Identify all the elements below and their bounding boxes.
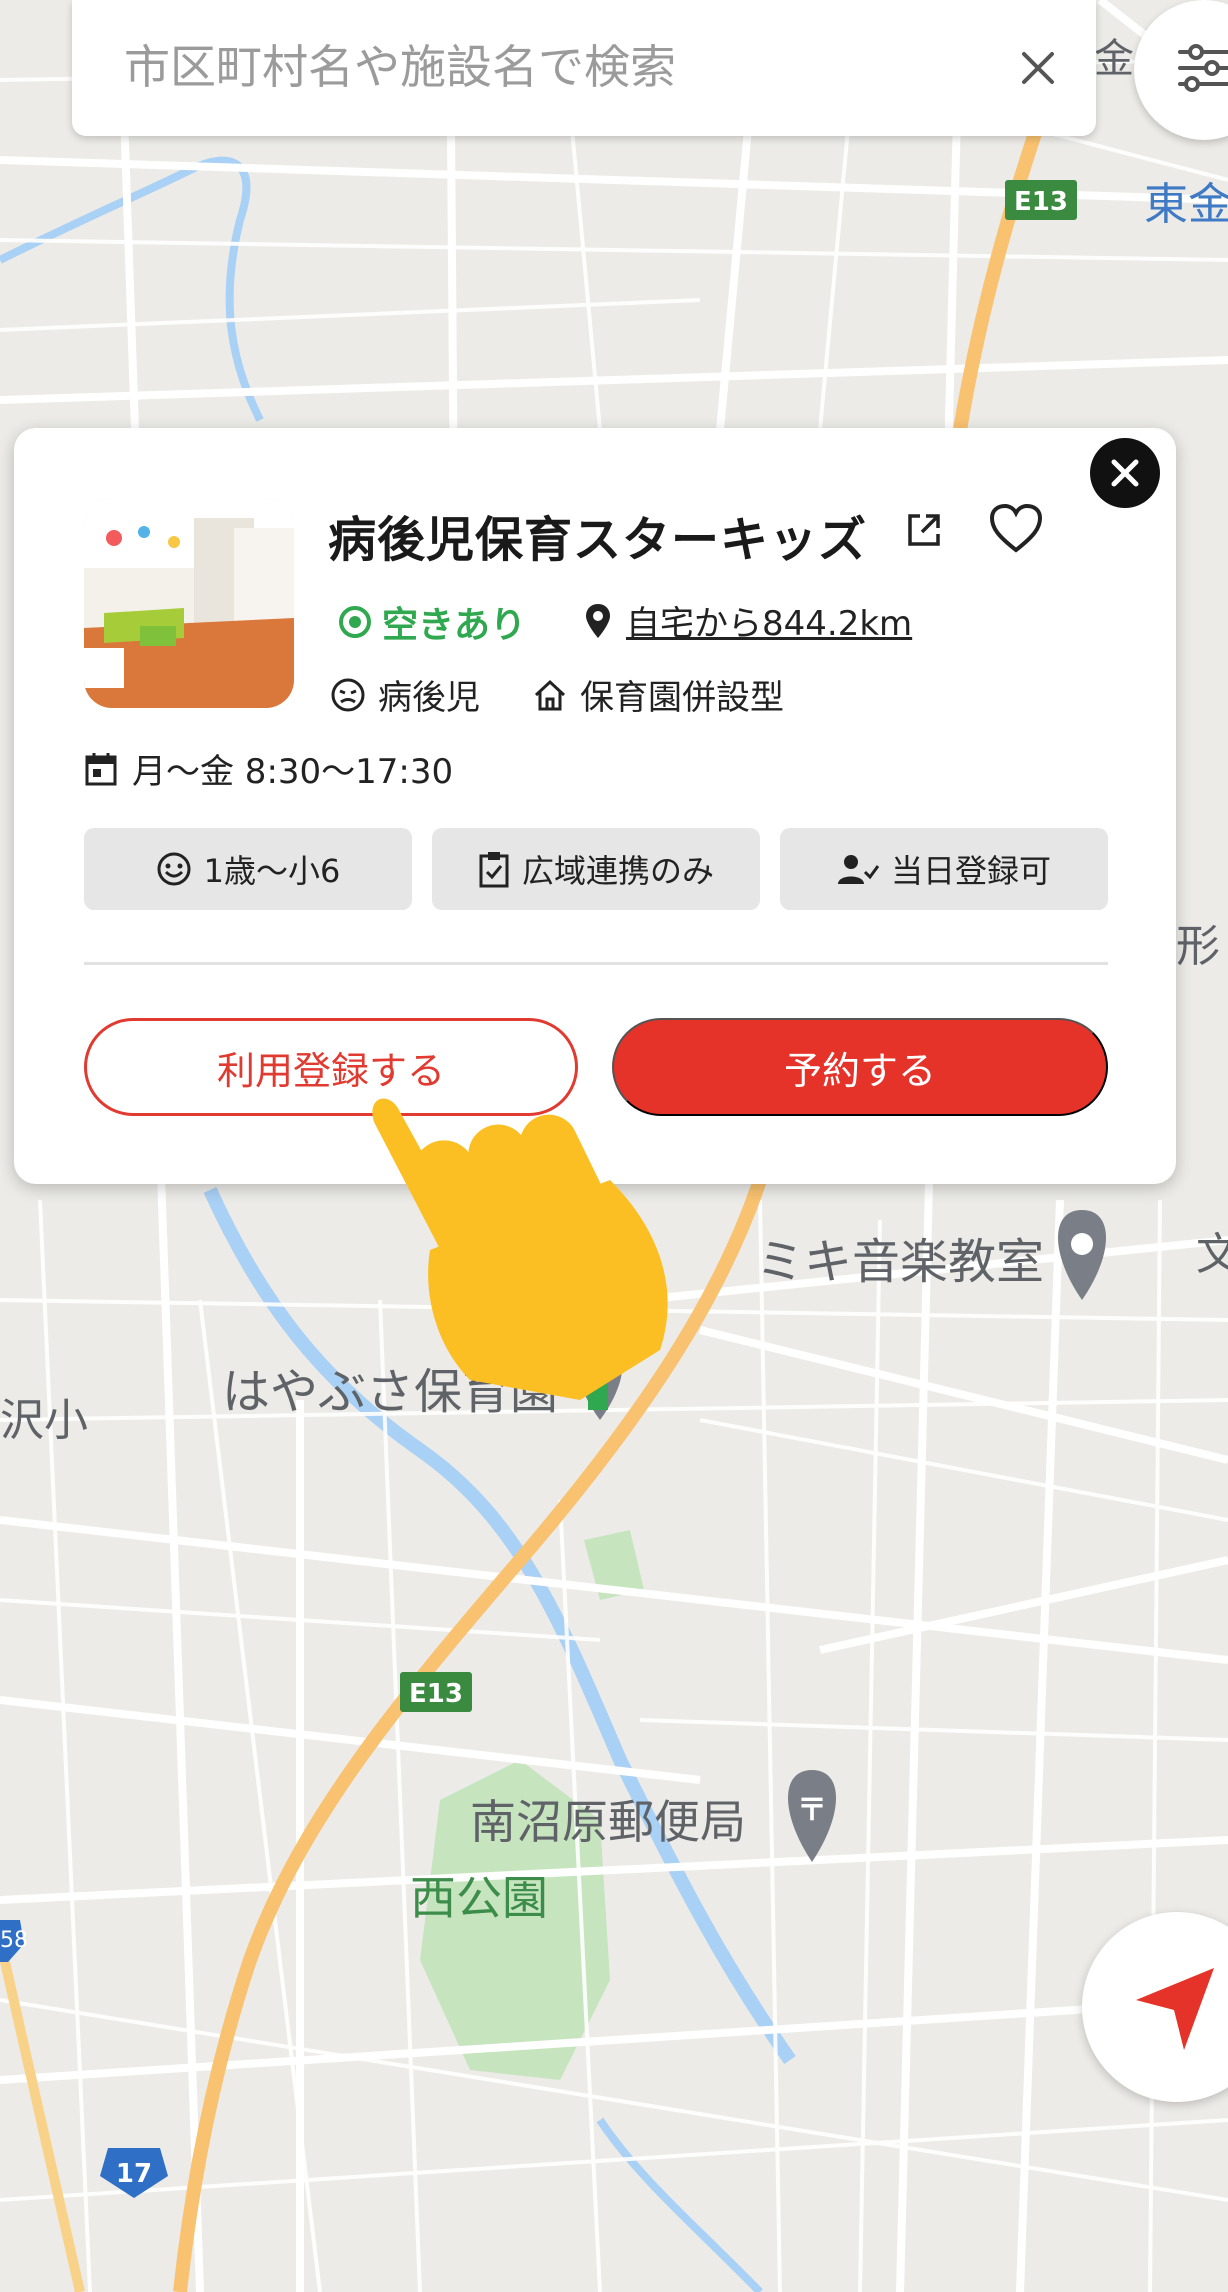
svg-text:E13: E13 [409,1679,463,1709]
divider [84,962,1108,965]
facility-type: 保育園併設型 [532,670,784,719]
external-link-icon[interactable] [904,510,944,554]
clipboard-check-icon [479,852,509,888]
search-bar [72,0,1096,136]
home-icon [534,679,566,710]
close-icon [1022,52,1054,84]
sliders-icon [1178,44,1228,92]
facility-name: 病後児保育スターキッズ [328,512,868,568]
svg-text:E13: E13 [1014,187,1068,217]
search-input[interactable] [122,34,1006,100]
svg-text:〒: 〒 [797,1793,827,1828]
map-label-post-office: 南沼原郵便局 [470,1795,746,1849]
chip-region: 広域連携のみ [432,828,760,910]
map-label-katachi: 形 [1176,921,1220,972]
facility-photo[interactable] [84,498,294,708]
map-label-park: 西公園 [410,1871,548,1925]
close-icon [1111,459,1139,487]
chip-age-range: 1歳〜小6 [84,828,412,910]
vacancy-status: 空きあり [338,596,526,648]
calendar-icon [85,752,117,785]
sick-face-icon [331,678,365,711]
map-label-school: 沢小 [0,1395,88,1446]
map-label-higashi: 東金 [1144,179,1228,230]
pointing-hand-icon [372,1098,668,1400]
chip-same-day: 当日登録可 [780,828,1108,910]
availability-icon [339,606,371,638]
care-type: 病後児 [330,670,480,719]
smile-icon [157,852,191,886]
distance[interactable]: 自宅から844.2km [584,596,912,645]
opening-hours: 月〜金 8:30〜17:30 [84,744,453,793]
location-pin-icon [586,603,610,638]
map-label-bun: 文 [1196,1229,1228,1280]
navigation-arrow-icon [1136,1968,1214,2050]
map-label-route58: 58 [0,1928,28,1953]
svg-text:17: 17 [116,2159,152,2189]
clear-search-button[interactable] [1010,40,1066,96]
close-card-button[interactable] [1090,438,1160,508]
map-label-miki: ミキ音楽教室 [756,1234,1045,1290]
heart-icon[interactable] [988,502,1044,558]
map-label-kane: 金 [1094,36,1134,82]
user-check-icon [837,855,879,884]
